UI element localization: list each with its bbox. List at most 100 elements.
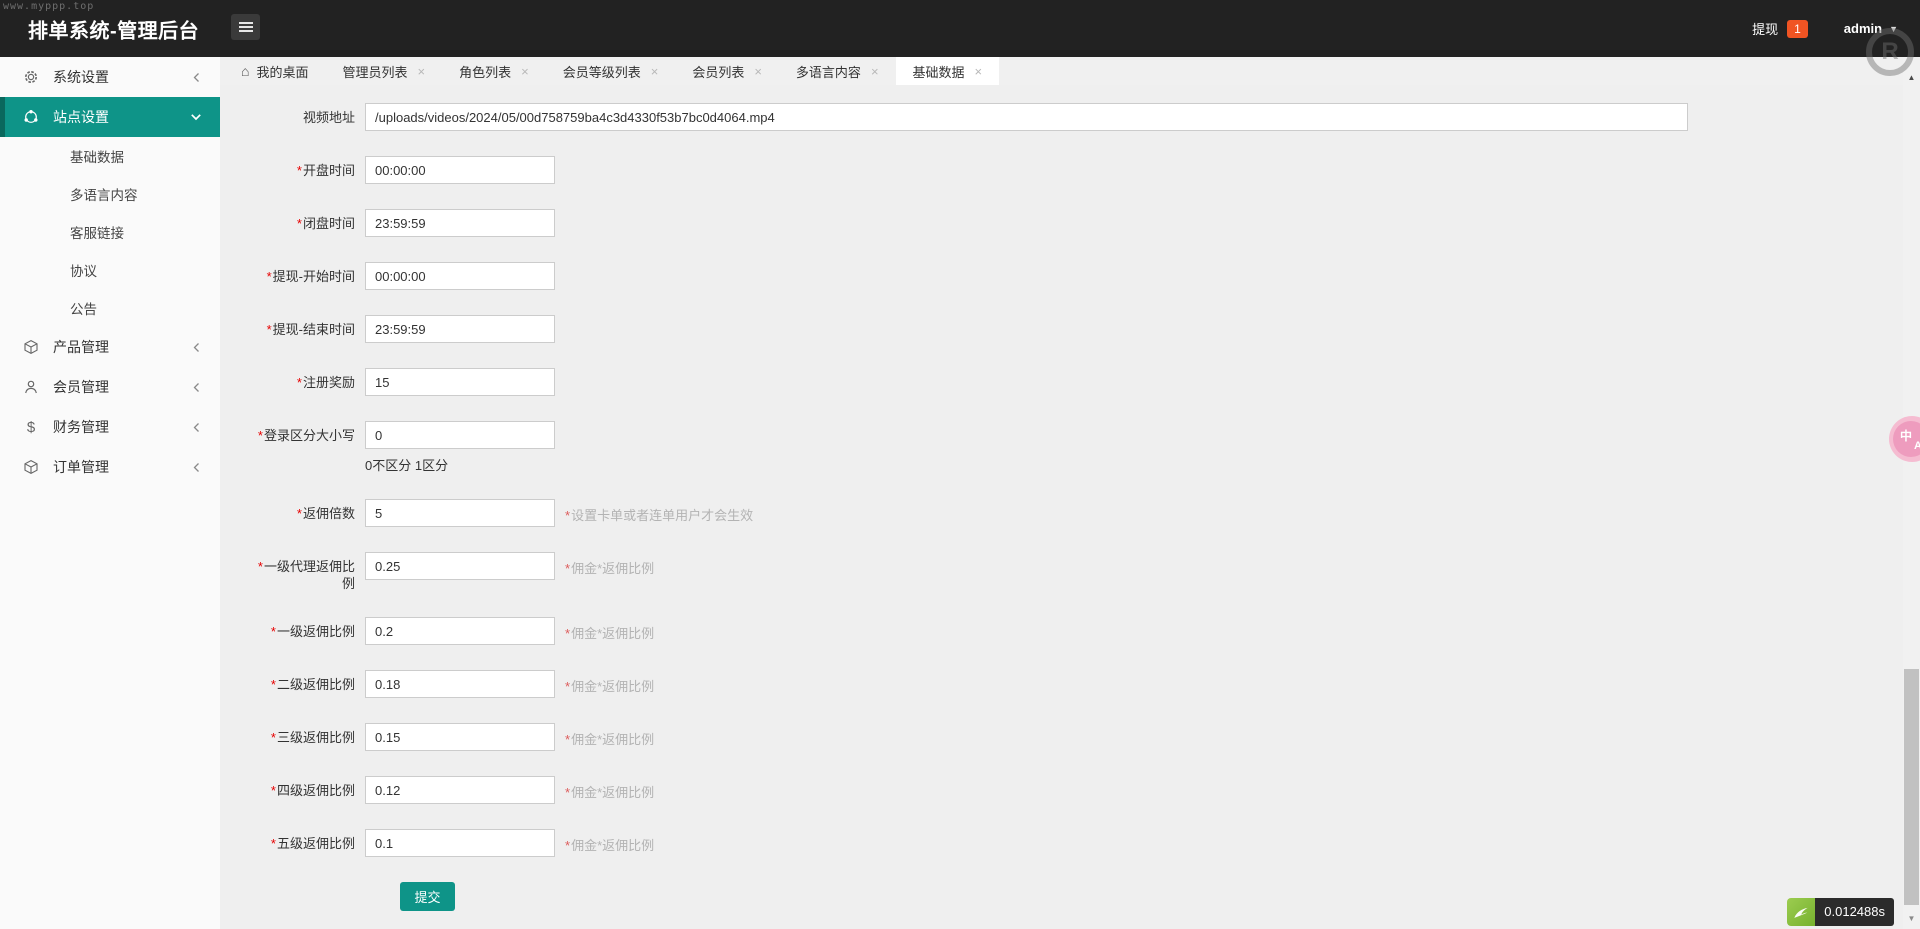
chevron-left-icon xyxy=(192,422,202,433)
sidebar-item-basic-data[interactable]: 基础数据 xyxy=(0,137,220,175)
form-row-close-time: *闭盘时间 xyxy=(255,209,1903,237)
withdraw-label: 提现 xyxy=(1752,22,1779,37)
field-label: *提现-结束时间 xyxy=(266,322,355,337)
chevron-left-icon xyxy=(192,342,202,353)
form-row-open-time: *开盘时间 xyxy=(255,156,1903,184)
top-header: www.myppp.top 排单系统-管理后台 提现 1 admin ▼ xyxy=(0,0,1920,57)
home-icon: ⌂ xyxy=(241,63,250,79)
close-icon[interactable]: × xyxy=(521,64,529,79)
required-asterisk: * xyxy=(270,624,276,639)
sidebar-item-member-management[interactable]: 会员管理 xyxy=(0,367,220,407)
sidebar-item-customer-service-link[interactable]: 客服链接 xyxy=(0,213,220,251)
video-url-input[interactable] xyxy=(365,103,1688,131)
close-icon[interactable]: × xyxy=(651,64,659,79)
translate-icon: 中 A xyxy=(1893,421,1920,457)
rebate-multiplier-input[interactable] xyxy=(365,499,555,527)
sidebar-item-order-management[interactable]: 订单管理 xyxy=(0,447,220,487)
submit-button[interactable]: 提交 xyxy=(400,882,455,911)
cube-icon xyxy=(22,339,40,355)
chevron-left-icon xyxy=(192,72,202,83)
login-case-sensitive-input[interactable] xyxy=(365,421,555,449)
field-label: *一级代理返佣比例 xyxy=(257,559,355,591)
level4-rebate-ratio-input[interactable] xyxy=(365,776,555,804)
sidebar-item-system-settings[interactable]: 系统设置 xyxy=(0,57,220,97)
sidebar-item-agreement[interactable]: 协议 xyxy=(0,251,220,289)
close-icon[interactable]: × xyxy=(418,64,426,79)
withdraw-link[interactable]: 提现 1 xyxy=(1752,19,1808,38)
required-asterisk: * xyxy=(270,730,276,745)
scroll-down-icon[interactable]: ▼ xyxy=(1903,914,1920,923)
tab-multilang-content[interactable]: 多语言内容 × xyxy=(779,57,896,85)
level5-rebate-ratio-input[interactable] xyxy=(365,829,555,857)
required-asterisk: * xyxy=(270,836,276,851)
field-label: *提现-开始时间 xyxy=(266,269,355,284)
required-asterisk: * xyxy=(296,506,302,521)
sidebar-item-label: 协议 xyxy=(70,264,97,279)
close-icon[interactable]: × xyxy=(754,64,762,79)
tab-member-level-list[interactable]: 会员等级列表 × xyxy=(546,57,676,85)
sidebar-item-multilang-content[interactable]: 多语言内容 xyxy=(0,175,220,213)
close-icon[interactable]: × xyxy=(871,64,879,79)
sidebar-item-product-management[interactable]: 产品管理 xyxy=(0,327,220,367)
withdraw-count-badge: 1 xyxy=(1787,19,1808,38)
close-icon[interactable]: × xyxy=(975,64,983,79)
required-asterisk: * xyxy=(270,783,276,798)
field-label: *五级返佣比例 xyxy=(270,836,355,851)
tab-label: 会员列表 xyxy=(692,64,745,80)
required-asterisk: * xyxy=(270,677,276,692)
chevron-down-icon: ▼ xyxy=(1889,23,1898,34)
sidebar-toggle-button[interactable] xyxy=(231,14,260,40)
tab-label: 我的桌面 xyxy=(256,64,309,80)
basic-data-form: 视频地址 *开盘时间 *闭盘时间 *提现-开始时间 *提现-结束时间 *注册奖励 *登录区分… xyxy=(220,85,1903,911)
site-watermark: www.myppp.top xyxy=(3,1,95,12)
close-time-input[interactable] xyxy=(365,209,555,237)
tab-label: 多语言内容 xyxy=(795,64,861,80)
vertical-scrollbar[interactable]: ▲ ▼ xyxy=(1903,57,1920,929)
level2-rebate-ratio-input[interactable] xyxy=(365,670,555,698)
thinkphp-leaf-icon[interactable] xyxy=(1787,898,1816,926)
tab-role-list[interactable]: 角色列表 × xyxy=(442,57,546,85)
sidebar-item-finance-management[interactable]: $ 财务管理 xyxy=(0,407,220,447)
sidebar-item-label: 多语言内容 xyxy=(70,188,138,203)
withdraw-end-time-input[interactable] xyxy=(365,315,555,343)
user-menu[interactable]: admin ▼ xyxy=(1844,21,1898,36)
field-hint-text: *佣金*返佣比例 xyxy=(565,785,655,800)
level1-rebate-ratio-input[interactable] xyxy=(365,617,555,645)
form-row-level5-rebate-ratio: *五级返佣比例 *佣金*返佣比例 xyxy=(255,829,1903,857)
dollar-icon: $ xyxy=(26,418,36,436)
cube-icon xyxy=(22,459,40,475)
required-asterisk: * xyxy=(257,428,263,443)
level3-rebate-ratio-input[interactable] xyxy=(365,723,555,751)
exec-time-label: 0.012488s xyxy=(1815,898,1894,926)
scrollbar-thumb[interactable] xyxy=(1904,669,1919,905)
form-row-withdraw-start-time: *提现-开始时间 xyxy=(255,262,1903,290)
field-label: *注册奖励 xyxy=(296,375,355,390)
required-asterisk: * xyxy=(266,322,272,337)
app-title: 排单系统-管理后台 xyxy=(28,20,200,42)
tab-member-list[interactable]: 会员列表 × xyxy=(675,57,779,85)
sidebar-item-label: 会员管理 xyxy=(53,379,109,395)
register-reward-input[interactable] xyxy=(365,368,555,396)
sidebar-item-label: 订单管理 xyxy=(53,459,109,475)
form-row-level3-rebate-ratio: *三级返佣比例 *佣金*返佣比例 xyxy=(255,723,1903,751)
tab-my-desktop[interactable]: ⌂ 我的桌面 xyxy=(224,57,325,85)
tab-admin-list[interactable]: 管理员列表 × xyxy=(325,57,442,85)
open-time-input[interactable] xyxy=(365,156,555,184)
scroll-up-icon[interactable]: ▲ xyxy=(1903,73,1920,82)
sidebar-item-site-settings[interactable]: 站点设置 xyxy=(0,97,220,137)
form-row-rebate-multiplier: *返佣倍数 *设置卡单或者连单用户才会生效 xyxy=(255,499,1903,527)
chevron-left-icon xyxy=(192,462,202,473)
tab-label: 基础数据 xyxy=(912,64,965,80)
form-row-agent-level1-rebate-ratio: *一级代理返佣比例 *佣金*返佣比例 xyxy=(255,552,1903,592)
form-row-level4-rebate-ratio: *四级返佣比例 *佣金*返佣比例 xyxy=(255,776,1903,804)
form-row-level1-rebate-ratio: *一级返佣比例 *佣金*返佣比例 xyxy=(255,617,1903,645)
hamburger-icon xyxy=(238,20,253,34)
sidebar-item-announcement[interactable]: 公告 xyxy=(0,289,220,327)
withdraw-start-time-input[interactable] xyxy=(365,262,555,290)
required-asterisk: * xyxy=(266,269,272,284)
field-label: *返佣倍数 xyxy=(296,506,355,521)
tab-basic-data[interactable]: 基础数据 × xyxy=(895,57,1000,85)
agent-level1-rebate-ratio-input[interactable] xyxy=(365,552,555,580)
field-label: *四级返佣比例 xyxy=(270,783,355,798)
tab-label: 角色列表 xyxy=(459,64,512,80)
